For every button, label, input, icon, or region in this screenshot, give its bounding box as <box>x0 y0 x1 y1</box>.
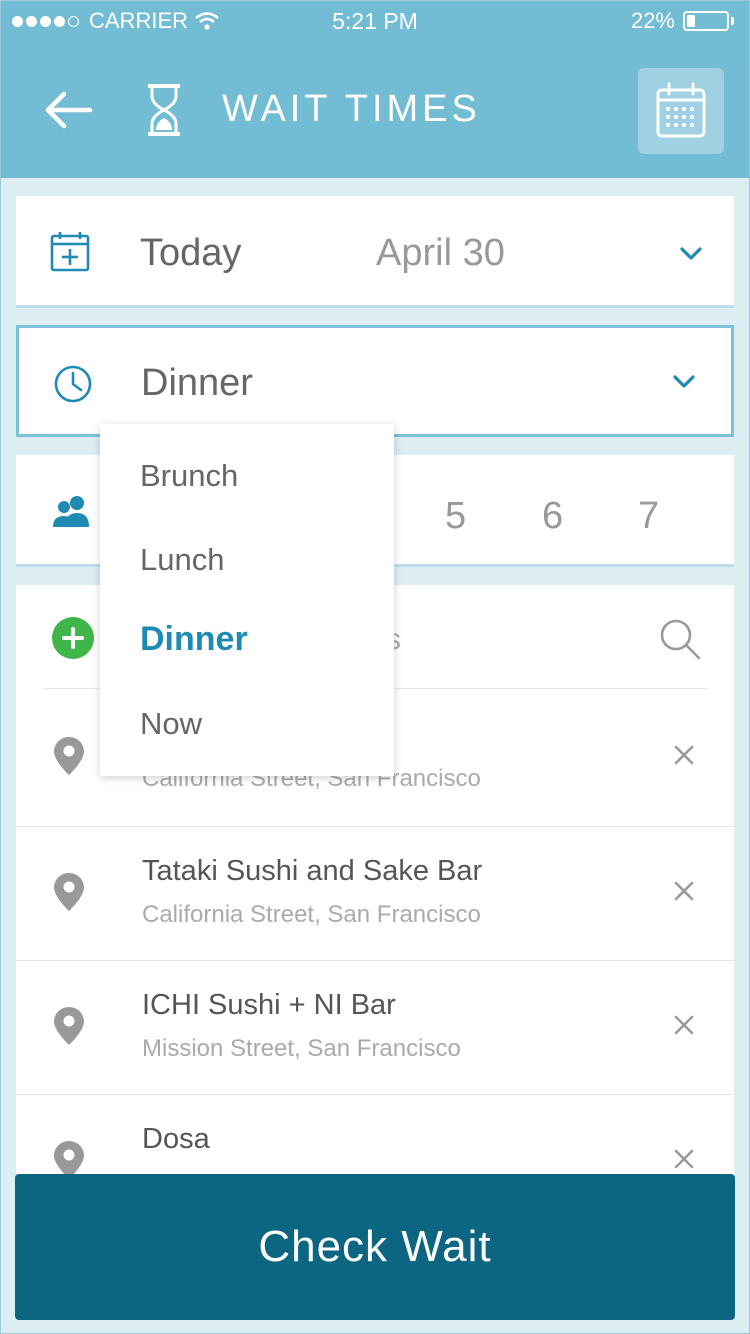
close-icon[interactable] <box>670 1011 698 1039</box>
check-wait-button[interactable]: Check Wait <box>15 1174 735 1320</box>
battery-icon <box>683 11 729 31</box>
search-icon[interactable] <box>658 617 702 661</box>
place-name: ICHI Sushi + NI Bar <box>142 989 396 1021</box>
header-bar: CARRIER 5:21 PM 22% WAIT TIMES <box>0 0 750 178</box>
calendar-icon <box>656 82 706 138</box>
date-label: Today <box>140 232 242 274</box>
meal-selector[interactable]: Dinner <box>16 325 734 437</box>
party-size-6[interactable]: 6 <box>542 495 563 538</box>
calendar-button[interactable] <box>638 68 724 154</box>
place-name: Tataki Sushi and Sake Bar <box>142 855 483 887</box>
map-pin-icon <box>54 1007 84 1045</box>
chevron-down-icon[interactable] <box>678 240 704 266</box>
battery-tip <box>731 17 734 25</box>
place-name: Dosa <box>142 1123 210 1155</box>
battery-fill <box>687 15 695 27</box>
hourglass-icon <box>142 82 186 138</box>
close-icon[interactable] <box>670 877 698 905</box>
date-value: April 30 <box>376 232 505 274</box>
calendar-add-icon <box>50 232 90 272</box>
battery-percent: 22% <box>630 8 675 33</box>
place-address: Mission Street, San Francisco <box>142 1035 461 1062</box>
meal-option-lunch[interactable]: Lunch <box>140 542 224 578</box>
meal-option-brunch[interactable]: Brunch <box>140 458 238 494</box>
arrow-left-icon <box>45 91 93 129</box>
status-bar: CARRIER 5:21 PM 22% <box>0 0 750 40</box>
party-size-5[interactable]: 5 <box>445 495 466 538</box>
clock-icon <box>54 365 92 403</box>
close-icon[interactable] <box>670 1145 698 1173</box>
battery-indicator: 22% <box>631 8 734 34</box>
date-selector[interactable]: Today April 30 <box>16 196 734 308</box>
party-size-7[interactable]: 7 <box>638 495 659 538</box>
meal-label: Dinner <box>141 362 253 404</box>
people-icon <box>53 496 89 527</box>
chevron-down-icon[interactable] <box>671 368 697 394</box>
page-title: WAIT TIMES <box>222 88 481 130</box>
map-pin-icon <box>54 737 84 775</box>
meal-option-dinner[interactable]: Dinner <box>140 620 248 659</box>
meal-option-now[interactable]: Now <box>140 706 202 742</box>
close-icon[interactable] <box>670 741 698 769</box>
back-button[interactable] <box>40 82 100 138</box>
place-address: California Street, San Francisco <box>142 901 481 928</box>
list-item[interactable]: ICHI Sushi + NI Bar Mission Street, San … <box>16 960 734 1094</box>
plus-circle-icon[interactable] <box>52 617 94 659</box>
list-item[interactable]: Tataki Sushi and Sake Bar California Str… <box>16 826 734 960</box>
meal-dropdown-menu: Brunch Lunch Dinner Now <box>100 424 394 776</box>
list-item[interactable]: Dosa <box>16 1094 734 1185</box>
map-pin-icon <box>54 873 84 911</box>
